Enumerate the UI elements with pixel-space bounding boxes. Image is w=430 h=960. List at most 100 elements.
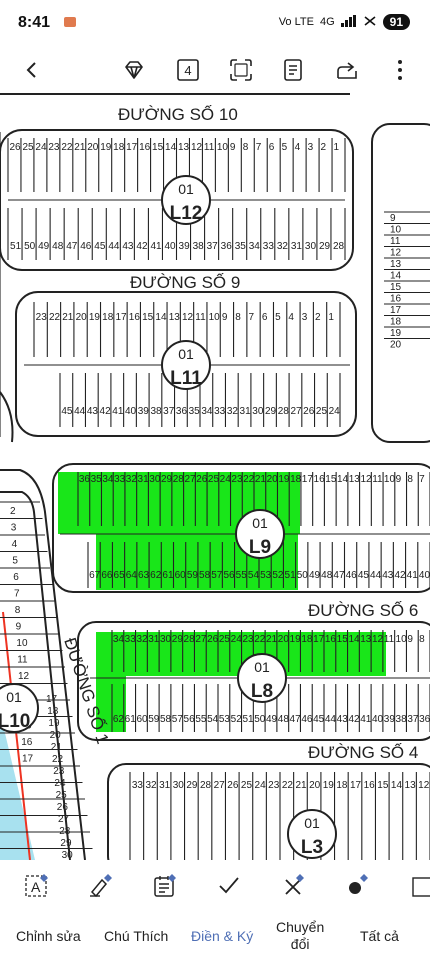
l9-top-lot-number: 33: [114, 474, 126, 485]
l8-top-lot-number: 18: [301, 634, 313, 645]
right-lot-number: 17: [390, 305, 402, 316]
l8-bottom-lot-number: 53: [219, 714, 231, 725]
block-code: L3: [301, 837, 323, 858]
l11-top-lot-number: 9: [222, 312, 228, 323]
l11-bottom-lot-number: 34: [201, 406, 213, 417]
text-tool-button[interactable]: A: [22, 870, 52, 900]
tool-icons: A: [0, 860, 430, 908]
tab-fill-sign[interactable]: Điền & Ký: [191, 928, 253, 945]
l9-top-lot-number: 13: [349, 474, 361, 485]
l9-top-lot-number: 23: [231, 474, 243, 485]
l8-bottom-lot-number: 46: [301, 714, 313, 725]
l9-top-lot-number: 31: [138, 474, 150, 485]
signature-tool-button[interactable]: [86, 870, 116, 900]
block-code: L11: [170, 368, 202, 389]
form-tool-button[interactable]: [150, 870, 180, 900]
l8-bottom-lot-number: 51: [242, 714, 254, 725]
right-lot-number: 12: [390, 248, 402, 259]
l12-top-lot-number: 14: [165, 142, 177, 153]
l8-bottom-lot-number: 43: [337, 714, 349, 725]
l11-bottom-lot-number: 32: [227, 406, 239, 417]
l8-bottom-lot-number: 56: [184, 714, 196, 725]
l12-bottom-lot-number: 35: [235, 241, 247, 252]
l8-top-lot-number: 30: [160, 634, 172, 645]
l11-top-lot-number: 2: [315, 312, 321, 323]
l8-top-lot-number: 28: [184, 634, 196, 645]
l9-bottom-lot-number: 62: [150, 570, 162, 581]
l11-top-lot-number: 15: [142, 312, 154, 323]
l9-top-lot-number: 24: [220, 474, 232, 485]
l9-bottom-lot-number: 48: [321, 570, 333, 581]
l10-right-number: 27: [58, 814, 70, 825]
l9-top-lot-number: 10: [384, 474, 396, 485]
premium-button[interactable]: [118, 54, 150, 86]
right-lot-number: 14: [390, 271, 402, 282]
l10-lot-number: 7: [14, 589, 20, 600]
l3-top-lot-number: 14: [391, 780, 403, 791]
tab-convert[interactable]: Chuyển đổi: [276, 919, 324, 953]
back-button[interactable]: [16, 54, 48, 86]
l11-bottom-lot-number: 42: [100, 406, 112, 417]
l11-bottom-lot-number: 39: [138, 406, 150, 417]
l11-bottom-lot-number: 24: [329, 406, 341, 417]
chevron-left-icon: [26, 62, 36, 78]
right-lot-number: 13: [390, 259, 402, 270]
l9-bottom-lot-number: 51: [285, 570, 297, 581]
l9-top-lot-number: 27: [184, 474, 196, 485]
road-label-road10: ĐƯỜNG SỐ 10: [118, 104, 238, 124]
l10-right-number: 28: [59, 826, 71, 837]
l8-top-lot-number: 20: [278, 634, 290, 645]
tab-annotate[interactable]: Chú Thích: [104, 928, 168, 945]
l12-top-lot-number: 15: [152, 142, 164, 153]
l10-right-number: 21: [51, 742, 63, 753]
rectangle-icon: [412, 877, 430, 897]
l12-top-lot-number: 11: [204, 142, 215, 153]
page-number-button[interactable]: 4: [172, 54, 204, 86]
l9-bottom-lot-number: 52: [272, 570, 284, 581]
rectangle-tool-button[interactable]: [406, 870, 430, 900]
l10-lot-number: 16: [21, 737, 33, 748]
block-code: L10: [0, 711, 30, 732]
fullscreen-button[interactable]: [225, 54, 257, 86]
l10-right-number: 17: [46, 694, 58, 705]
l11-top-lot-number: 21: [62, 312, 74, 323]
l10-lot-number: 5: [12, 556, 18, 567]
l9-top-lot-number: 9: [396, 474, 402, 485]
l3-top-lot-number: 21: [295, 780, 307, 791]
cross-tool-button[interactable]: [278, 870, 308, 900]
l8-top-lot-number: 33: [125, 634, 137, 645]
pen-sign-icon: [90, 874, 112, 898]
l9-top-lot-number: 21: [255, 474, 267, 485]
more-vertical-icon: [398, 60, 402, 80]
l9-top-lot-number: 30: [149, 474, 161, 485]
l12-bottom-lot-number: 42: [136, 241, 148, 252]
tab-fill-sign-label: Điền & Ký: [191, 928, 254, 944]
l8-bottom-lot-number: 50: [254, 714, 266, 725]
right-lot-number: 11: [390, 236, 401, 247]
l8-top-lot-number: 25: [219, 634, 231, 645]
l11-bottom-lot-number: 41: [112, 406, 124, 417]
reader-mode-button[interactable]: [277, 54, 309, 86]
more-button[interactable]: [384, 54, 416, 86]
road-label-road9: ĐƯỜNG SỐ 9: [130, 272, 240, 292]
dot-tool-button[interactable]: [342, 870, 372, 900]
checkmark-tool-button[interactable]: [214, 870, 244, 900]
l8-bottom-lot-number: 61: [125, 714, 137, 725]
map-viewer[interactable]: 26 25 24 23 22 21 20 19 18 17 16 15 14 13 12 11 10 9 8 7 6 5 4…: [0, 92, 430, 860]
l12-top-lot-number: 1: [334, 142, 340, 153]
l10-lot-number: 2: [10, 506, 16, 517]
l12-top-lot-number: 22: [61, 142, 73, 153]
l8-bottom-lot-number: 47: [290, 714, 302, 725]
share-button[interactable]: [331, 54, 363, 86]
l10-right-number: 20: [50, 730, 62, 741]
l11-bottom-lot-number: 37: [163, 406, 175, 417]
diamond-icon: [125, 61, 143, 79]
tab-all-label: Tất cả: [360, 928, 399, 944]
l11-top-lot-number: 23: [36, 312, 48, 323]
l10-lot-number: 10: [16, 638, 28, 649]
tab-edit[interactable]: Chỉnh sửa: [16, 928, 81, 945]
plot-map: 26 25 24 23 22 21 20 19 18 17 16 15 14 13 12 11 10 9 8 7 6 5 4…: [0, 93, 430, 860]
tab-all[interactable]: Tất cả: [360, 928, 399, 945]
l12-bottom-lot-number: 50: [24, 241, 36, 252]
l3-top-lot-number: 22: [282, 780, 294, 791]
